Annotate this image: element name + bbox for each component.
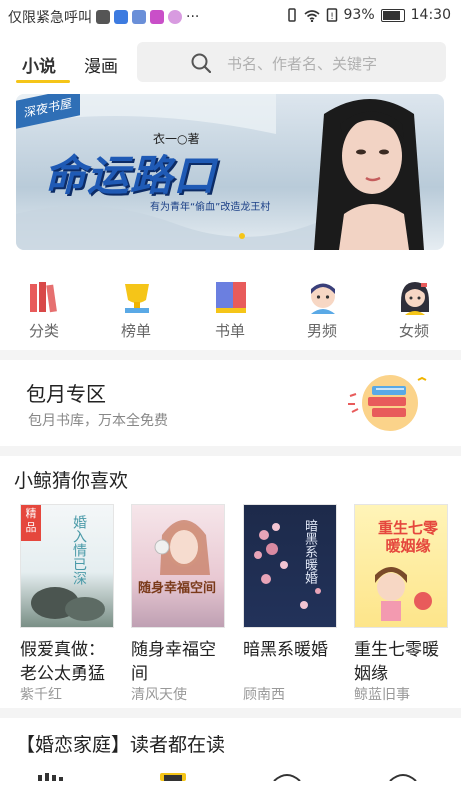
banner-title: 命运路口: [44, 151, 217, 200]
category-label: 女频: [398, 322, 429, 340]
tab-comic[interactable]: 漫画: [84, 52, 118, 77]
tab-novel[interactable]: 小说: [22, 52, 56, 77]
cover-art: [375, 567, 432, 621]
category-label: 书单: [214, 322, 245, 340]
banner-character-illustration: [314, 99, 424, 250]
category-label: 榜单: [120, 322, 151, 340]
monthly-zone[interactable]: 包月专区 包月书库，万本全免费: [0, 360, 461, 446]
search-bar[interactable]: 书名、作者名、关键字: [137, 42, 446, 82]
active-tab-indicator: [16, 80, 70, 83]
app-notification-icon: [150, 10, 164, 24]
app-notification-icon: [96, 10, 110, 24]
status-left: 仅限紧急呼叫 ···: [8, 7, 199, 27]
books-icon: [30, 282, 57, 313]
book-author: 顾南西: [243, 687, 285, 703]
book-cover: 随身幸福空间: [131, 504, 225, 628]
cover-art: [254, 523, 321, 609]
wifi-icon: [303, 9, 320, 22]
book-author: 清风天使: [131, 687, 187, 703]
search-icon: [191, 53, 211, 73]
clock: 14:30: [410, 7, 451, 23]
bottom-tab-bar: [0, 766, 461, 782]
book-title: 暗黑系暖婚: [243, 640, 328, 660]
more-notifications: ···: [186, 9, 200, 25]
sim-icon: !: [326, 8, 337, 22]
carousel-indicator-dot: [239, 233, 245, 239]
monthly-books-icon: [348, 375, 427, 431]
monthly-title: 包月专区: [26, 382, 106, 406]
battery-icon: [380, 8, 405, 22]
network-notice: 仅限紧急呼叫: [8, 10, 92, 26]
book-cover: 重生七零暖姻缘: [354, 504, 448, 628]
category-shortcuts: 分类 榜单 书单 男频 女频: [0, 280, 461, 344]
section-title: 【婚恋家庭】读者都在读: [16, 734, 226, 756]
banner-subtitle: 有为青年“偷血”改造龙王村: [150, 202, 271, 213]
trophy-icon: [125, 284, 149, 313]
top-nav: 小说 漫画 书名、作者名、关键字: [0, 36, 461, 88]
cover-title-text: 暗黑系暖婚: [302, 519, 317, 584]
book-author: 鲸蓝旧事: [354, 687, 410, 703]
app-notification-icon: [168, 10, 182, 24]
cover-title-text: 随身幸福空间: [138, 581, 217, 596]
book-cover: 暗黑系暖婚: [243, 504, 337, 628]
status-bar: 仅限紧急呼叫 ··· ! 93% 14:30: [0, 0, 461, 32]
search-placeholder: 书名、作者名、关键字: [227, 55, 378, 73]
app-notification-icon: [132, 10, 146, 24]
book-title: 重生七零暖姻缘: [354, 640, 439, 684]
app-notification-icon: [114, 10, 128, 24]
recommend-section-title: 小鲸猜你喜欢: [14, 470, 129, 492]
svg-text:!: !: [330, 12, 334, 22]
category-label: 男频: [306, 322, 337, 340]
book-title: 随身幸福空间: [131, 640, 216, 684]
banner-carousel[interactable]: 深夜书屋 衣一○著 命运路口 有为青年“偷血”改造龙王村: [16, 94, 444, 250]
book-title: 假爱真做：老公太勇猛: [20, 640, 105, 684]
vibrate-icon: [287, 8, 296, 22]
booklist-icon: [216, 282, 246, 313]
bottom-tab-icons: [38, 773, 417, 782]
boy-icon: [311, 283, 335, 314]
book-author: 紫千红: [20, 687, 62, 703]
category-label: 分类: [28, 322, 59, 340]
book-cover: 婚入情已深 精品: [20, 504, 114, 628]
section-divider: [0, 350, 461, 360]
battery-percent: 93%: [343, 7, 375, 23]
section-divider: [0, 708, 461, 718]
monthly-subtitle: 包月书库，万本全免费: [28, 413, 168, 429]
girl-icon: [401, 282, 429, 315]
premium-badge: 精品: [21, 505, 41, 541]
cover-art: [154, 520, 210, 575]
section-divider: [0, 446, 461, 456]
status-right: ! 93% 14:30: [286, 7, 451, 23]
